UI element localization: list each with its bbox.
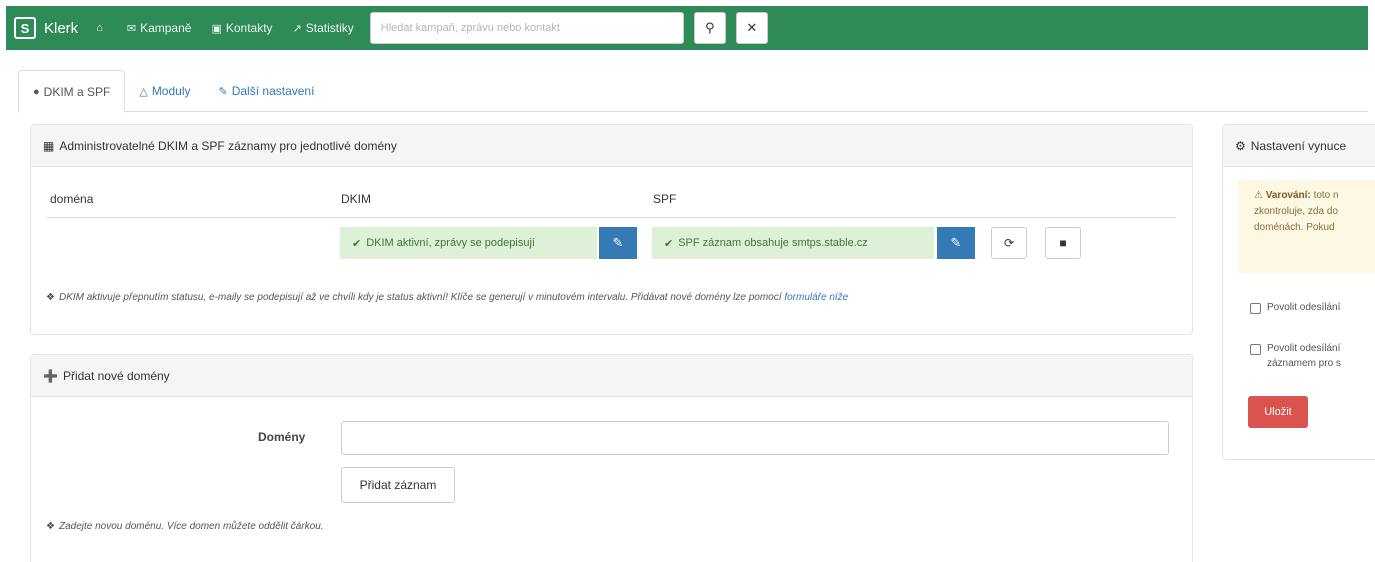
wrench-icon: ✎ [950, 235, 962, 250]
brand-name: Klerk [44, 19, 79, 37]
panel-title: Administrovatelné DKIM a SPF záznamy pro… [59, 138, 397, 153]
wrench-icon: ✎ [218, 85, 228, 98]
spf-edit-button[interactable]: ✎ [937, 227, 975, 259]
warning-alert: ⚠ Varování: toto n zkontroluje, zda do d… [1238, 180, 1375, 273]
tab-dkim-spf[interactable]: ● DKIM a SPF [18, 70, 126, 113]
circle-icon: ● [33, 85, 40, 98]
panel-title: Nastavení vynuce [1250, 138, 1347, 153]
brand[interactable]: S Klerk [14, 17, 78, 39]
add-form-link[interactable]: formuláře níže [784, 292, 848, 303]
nav-item-label: Kontakty [225, 21, 273, 35]
nav-item-label: Statistiky [305, 21, 354, 35]
warning-line: toto n [1313, 190, 1339, 201]
dkim-status-badge: ✔ DKIM aktivní, zprávy se podepisují [340, 227, 597, 259]
search-input[interactable] [369, 12, 684, 44]
domains-input[interactable] [341, 421, 1169, 455]
dkim-status-text: DKIM aktivní, zprávy se podepisují [366, 237, 535, 249]
nav-item-contacts[interactable]: ▣ Kontakty [211, 21, 272, 35]
panel-heading: ▦ Administrovatelné DKIM a SPF záznamy p… [31, 125, 1192, 167]
tab-label: Moduly [151, 84, 191, 98]
info-icon: ❖ [46, 292, 55, 303]
checkbox-label: Povolit odesílání záznamem pro s [1267, 341, 1341, 371]
search-icon: ⚲ [705, 20, 715, 35]
nav-item-statistics[interactable]: ↗ Statistiky [293, 21, 354, 35]
trash-icon: ■ [1059, 236, 1067, 250]
clear-search-button[interactable]: ✕ [735, 12, 768, 44]
dkim-note-text: DKIM aktivuje přepnutím statusu, e-maily… [58, 292, 782, 303]
warning-line: zkontroluje, zda do [1254, 206, 1338, 217]
warning-title: Varování: [1265, 190, 1311, 201]
checkbox-label-line: Povolit odesílání [1267, 343, 1341, 354]
checkbox[interactable] [1250, 303, 1261, 314]
flask-icon: △ [139, 85, 148, 98]
add-record-button[interactable]: Přidat záznam [341, 467, 455, 503]
info-icon: ❖ [46, 521, 55, 532]
gear-icon: ⚙ [1235, 138, 1246, 153]
column-header-spf: SPF [653, 192, 677, 206]
allow-sending-record-checkbox-row[interactable]: Povolit odesílání záznamem pro s [1250, 341, 1341, 371]
checkbox-label: Povolit odesílání [1267, 302, 1341, 313]
add-info-note: ❖ Zadejte novou doménu. Více domen můžete… [46, 521, 324, 532]
search-button[interactable]: ⚲ [693, 12, 726, 44]
brand-logo-icon: S [14, 17, 36, 39]
tab-label: DKIM a SPF [43, 84, 111, 99]
address-book-icon: ▣ [211, 22, 222, 35]
envelope-icon: ✉ [126, 22, 137, 35]
panel-heading: ⚙ Nastavení vynuce [1223, 125, 1375, 167]
warning-icon: ⚠ [1254, 190, 1263, 201]
allow-sending-checkbox-row[interactable]: Povolit odesílání [1250, 300, 1340, 315]
tab-label: Další nastavení [231, 84, 315, 98]
table-divider [46, 217, 1176, 218]
close-icon: ✕ [746, 20, 758, 35]
wrench-icon: ✎ [612, 235, 624, 250]
top-navbar: S Klerk ⌂ ✉ Kampaně ▣ Kontakty ↗ Statist… [6, 6, 1368, 50]
tab-other-settings[interactable]: ✎ Další nastavení [205, 70, 329, 112]
spf-status-text: SPF záznam obsahuje smtps.stable.cz [678, 237, 868, 249]
nav-home[interactable]: ⌂ [96, 22, 107, 34]
panel-title: Přidat nové domény [62, 368, 170, 383]
checkbox[interactable] [1250, 344, 1261, 355]
plus-circle-icon: ➕ [43, 368, 58, 383]
save-button[interactable]: Uložit [1248, 396, 1308, 428]
check-icon: ✔ [352, 237, 362, 250]
column-header-domain: doména [50, 192, 94, 206]
nav-item-label: Kampaně [140, 21, 192, 35]
line-chart-icon: ↗ [292, 22, 302, 35]
settings-tabs: ● DKIM a SPF △ Moduly ✎ Další nastavení [18, 70, 1368, 113]
table-icon: ▦ [43, 138, 55, 153]
dkim-info-note: ❖ DKIM aktivuje přepnutím statusu, e-mail… [46, 292, 848, 303]
refresh-icon: ⟳ [1003, 236, 1015, 250]
delete-button[interactable]: ■ [1045, 227, 1081, 259]
column-header-dkim: DKIM [341, 192, 371, 206]
tab-modules[interactable]: △ Moduly [125, 70, 204, 112]
panel-heading: ➕ Přidat nové domény [31, 355, 1192, 397]
check-icon: ✔ [664, 237, 674, 250]
domains-label: Domény [258, 430, 306, 444]
add-note-text: Zadejte novou doménu. Více domen můžete … [58, 521, 324, 532]
home-icon: ⌂ [96, 22, 103, 34]
checkbox-label-line: záznamem pro s [1267, 358, 1341, 369]
nav-item-campaigns[interactable]: ✉ Kampaně [127, 21, 192, 35]
spf-status-badge: ✔ SPF záznam obsahuje smtps.stable.cz [652, 227, 934, 259]
refresh-button[interactable]: ⟳ [991, 227, 1027, 259]
warning-line: doménách. Pokud [1254, 222, 1335, 233]
dkim-toggle-button[interactable]: ✎ [599, 227, 637, 259]
